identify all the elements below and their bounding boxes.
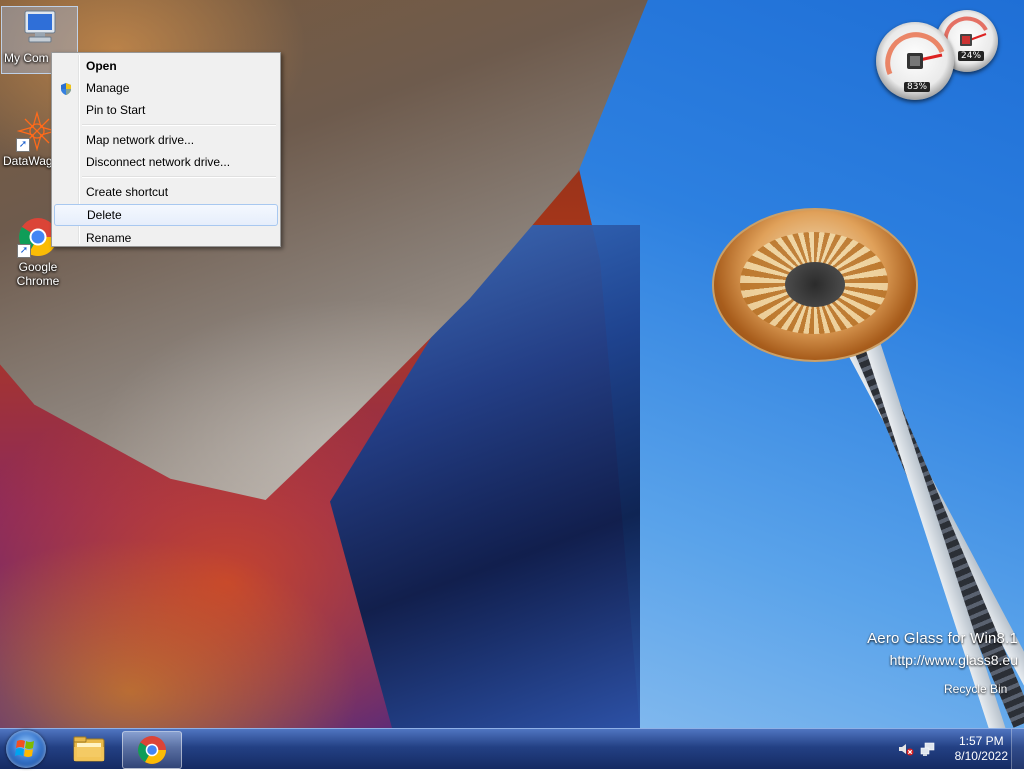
system-tray: 1:57 PM 8/10/2022 xyxy=(884,729,1024,769)
menu-item-label: Create shortcut xyxy=(86,185,169,199)
shortcut-arrow-icon: ➚ xyxy=(16,138,30,152)
watermark-title: Aero Glass for Win8.1 xyxy=(867,630,1018,647)
taskbar: 1:57 PM 8/10/2022 xyxy=(0,728,1024,769)
cpu-percent: 83% xyxy=(904,82,931,92)
desktop-icon-label: Google Chrome xyxy=(16,260,60,288)
clock-date: 8/10/2022 xyxy=(954,749,1008,763)
menu-item-label: Rename xyxy=(86,231,132,245)
network-icon[interactable] xyxy=(920,741,936,760)
computer-icon xyxy=(19,7,61,49)
memory-percent: 24% xyxy=(958,51,985,61)
menu-item-label: Map network drive... xyxy=(86,133,195,147)
show-desktop-button[interactable] xyxy=(1011,729,1024,769)
menu-item-create-shortcut[interactable]: Create shortcut xyxy=(54,181,278,203)
shortcut-arrow-icon: ➚ xyxy=(17,244,31,258)
shield-icon xyxy=(59,81,73,95)
clock-time: 1:57 PM xyxy=(958,734,1004,748)
menu-item-rename[interactable]: Rename xyxy=(54,227,278,249)
menu-item-label: Manage xyxy=(86,81,130,95)
taskbar-google-chrome[interactable] xyxy=(122,731,182,769)
menu-item-label: Disconnect network drive... xyxy=(86,155,231,169)
volume-muted-icon[interactable] xyxy=(898,741,914,760)
menu-item-pin-to-start[interactable]: Pin to Start xyxy=(54,99,278,121)
taskbar-clock[interactable]: 1:57 PM 8/10/2022 xyxy=(955,734,1008,764)
menu-item-delete[interactable]: Delete xyxy=(54,204,278,226)
chrome-icon xyxy=(138,736,166,764)
folder-icon xyxy=(73,736,105,762)
taskbar-file-explorer[interactable] xyxy=(60,731,118,767)
menu-item-map-network-drive[interactable]: Map network drive... xyxy=(54,129,278,151)
desktop[interactable]: My Com ➚ DataWag ➚ Google Chrome Open Ma… xyxy=(0,0,1024,728)
menu-item-label: Delete xyxy=(87,208,122,222)
start-button[interactable] xyxy=(6,730,46,768)
menu-separator xyxy=(82,124,276,126)
windows-logo-icon xyxy=(15,740,34,757)
recycle-bin-label[interactable]: Recycle Bin xyxy=(944,682,1007,696)
cpu-meter-gadget[interactable]: 24% 83% xyxy=(876,10,1000,102)
menu-separator xyxy=(82,176,276,178)
menu-item-label: Open xyxy=(86,59,117,73)
menu-item-open[interactable]: Open xyxy=(54,55,278,77)
menu-item-label: Pin to Start xyxy=(86,103,146,117)
cpu-gauge: 83% xyxy=(876,22,954,100)
context-menu: Open Manage Pin to Start Map network dri… xyxy=(51,52,281,247)
menu-item-manage[interactable]: Manage xyxy=(54,77,278,99)
watermark-url: http://www.glass8.eu xyxy=(889,652,1018,668)
menu-item-disconnect-network-drive[interactable]: Disconnect network drive... xyxy=(54,151,278,173)
wallpaper-tower-hub xyxy=(785,262,845,307)
